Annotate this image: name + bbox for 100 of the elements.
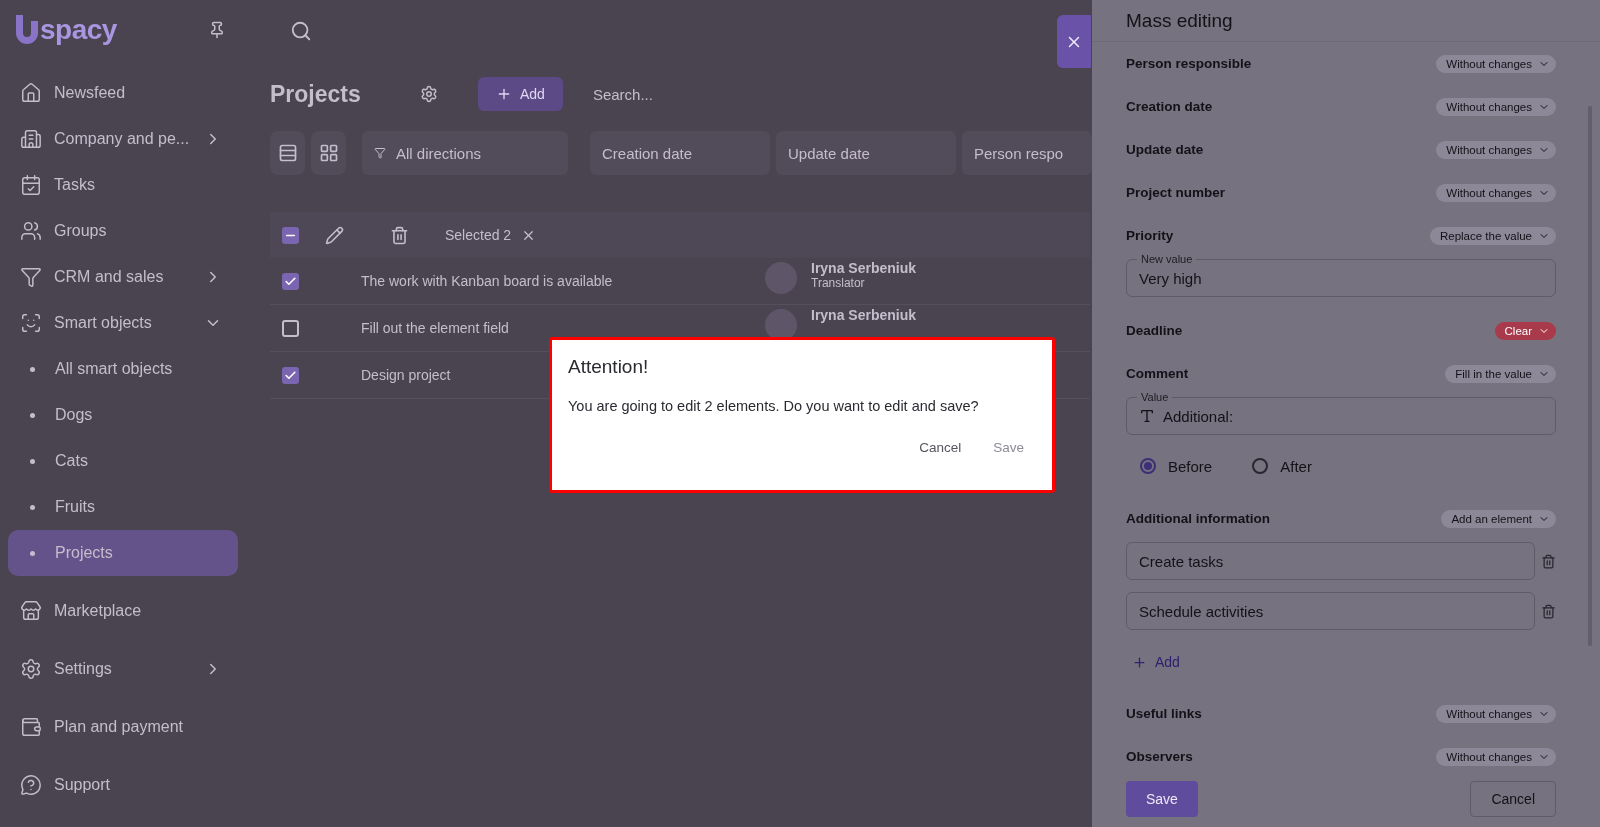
sidebar-label: Marketplace — [54, 602, 143, 620]
trash-icon[interactable] — [1541, 603, 1556, 619]
field-label: Priority — [1126, 228, 1174, 244]
plus-icon — [1132, 654, 1147, 670]
bullet-icon — [30, 550, 35, 556]
pin-icon[interactable] — [208, 21, 226, 39]
grid-icon — [318, 143, 339, 163]
building-icon — [20, 128, 42, 150]
sidebar-label: Projects — [55, 544, 114, 562]
trash-icon[interactable] — [390, 225, 409, 245]
edit-icon[interactable] — [325, 225, 344, 245]
sidebar-subitem[interactable]: Cats — [8, 438, 238, 484]
add-button[interactable]: Add — [478, 77, 563, 111]
bullet-icon — [30, 366, 35, 372]
plus-icon — [496, 86, 512, 102]
trash-icon[interactable] — [1541, 553, 1556, 569]
sidebar-item[interactable]: Plan and payment — [8, 704, 238, 750]
field-label: Useful links — [1126, 706, 1202, 722]
mode-dropdown[interactable]: Without changes — [1436, 140, 1556, 159]
sidebar-item[interactable]: Company and pe... — [8, 116, 238, 162]
field-label: Observers — [1126, 749, 1193, 765]
mode-dropdown[interactable]: Replace the value — [1429, 226, 1556, 245]
sidebar-label: Groups — [54, 222, 108, 240]
element-field[interactable]: Schedule activities — [1126, 592, 1535, 631]
field-label: Person responsible — [1126, 56, 1252, 72]
person-role: Translator — [811, 276, 866, 290]
sidebar-label: Fruits — [55, 498, 96, 516]
list-icon — [277, 143, 298, 163]
sidebar-subitem[interactable]: Fruits — [8, 484, 238, 530]
settings-icon[interactable] — [420, 85, 438, 103]
sidebar-subitem[interactable]: Projects — [8, 530, 238, 576]
field-value: Additional: — [1163, 407, 1234, 425]
mode-dropdown[interactable]: Clear — [1494, 321, 1556, 340]
sidebar-subitem[interactable]: All smart objects — [8, 346, 238, 392]
filter-field[interactable]: Creation date — [590, 131, 770, 175]
field-label: Creation date — [1126, 99, 1213, 115]
panel-title: Mass editing — [1126, 9, 1233, 32]
sidebar-label: Smart objects — [54, 314, 153, 332]
page-title: Projects — [270, 80, 362, 108]
field-label: Additional information — [1126, 511, 1270, 527]
logo-text: spacy — [40, 14, 117, 46]
help-icon — [20, 774, 42, 796]
row-checkbox[interactable] — [282, 272, 299, 290]
sidebar-item[interactable]: CRM and sales — [8, 254, 238, 300]
sidebar-label: Plan and payment — [54, 718, 184, 736]
field-label: Project number — [1126, 185, 1226, 201]
field-value: Very high — [1139, 269, 1202, 287]
field-label: Update date — [1126, 142, 1204, 158]
filter-field[interactable]: Person respo — [962, 131, 1092, 175]
sidebar-item[interactable]: Smart objects — [8, 300, 238, 346]
filter-field[interactable]: Update date — [776, 131, 956, 175]
row-checkbox[interactable] — [282, 366, 299, 384]
mode-dropdown[interactable]: Without changes — [1436, 97, 1556, 116]
element-field[interactable]: Create tasks — [1126, 542, 1535, 581]
filter-field[interactable]: All directions — [362, 131, 568, 175]
check-icon — [284, 274, 297, 288]
dialog-title: Attention! — [568, 356, 650, 378]
mode-dropdown[interactable]: Add an element — [1441, 509, 1556, 528]
mode-dropdown[interactable]: Without changes — [1436, 704, 1556, 723]
add-link[interactable]: Add — [1126, 642, 1180, 683]
sidebar-item[interactable]: Tasks — [8, 162, 238, 208]
home-icon — [20, 82, 42, 104]
project-name[interactable]: The work with Kanban board is available — [361, 273, 765, 289]
sidebar-label: Dogs — [55, 406, 94, 424]
mode-dropdown[interactable]: Without changes — [1436, 54, 1556, 73]
settings-icon — [20, 658, 42, 680]
sidebar-label: Settings — [54, 660, 113, 678]
filter-icon — [374, 147, 386, 159]
sidebar-subitem[interactable]: Dogs — [8, 392, 238, 438]
check-icon — [284, 368, 297, 382]
radio-option[interactable]: Before — [1140, 457, 1213, 475]
mode-dropdown[interactable]: Without changes — [1436, 747, 1556, 766]
cancel-button[interactable]: Cancel — [1470, 780, 1556, 817]
search-field[interactable]: Search... — [590, 76, 891, 112]
mode-dropdown[interactable]: Without changes — [1436, 183, 1556, 202]
sidebar-label: Cats — [55, 452, 89, 470]
search-icon[interactable] — [290, 20, 312, 42]
save-button[interactable]: Save — [1126, 780, 1198, 817]
sidebar-item[interactable]: Marketplace — [8, 588, 238, 634]
bullet-icon — [30, 412, 35, 418]
sidebar-item[interactable]: Newsfeed — [8, 70, 238, 116]
close-button[interactable] — [1057, 15, 1091, 68]
sidebar-label: Support — [54, 776, 112, 794]
project-name[interactable]: Fill out the element field — [361, 320, 765, 336]
select-all-checkbox[interactable] — [282, 226, 299, 244]
sidebar-item[interactable]: Groups — [8, 208, 238, 254]
sidebar-item[interactable]: Settings — [8, 646, 238, 692]
sidebar-label: Newsfeed — [54, 84, 127, 102]
sidebar-label: CRM and sales — [54, 268, 165, 286]
mode-dropdown[interactable]: Fill in the value — [1445, 364, 1556, 383]
dialog-button[interactable]: Cancel — [907, 430, 974, 464]
person-name: Iryna Serbeniuk — [811, 307, 917, 323]
radio-option[interactable]: After — [1252, 457, 1312, 475]
list-view-button[interactable] — [270, 131, 305, 175]
scan-icon — [20, 312, 42, 334]
sidebar-item[interactable]: Support — [8, 762, 238, 808]
row-checkbox[interactable] — [282, 319, 299, 337]
person-name: Iryna Serbeniuk — [811, 260, 917, 276]
dialog-message: You are going to edit 2 elements. Do you want to edit and save? — [568, 398, 980, 414]
grid-view-button[interactable] — [311, 131, 346, 175]
